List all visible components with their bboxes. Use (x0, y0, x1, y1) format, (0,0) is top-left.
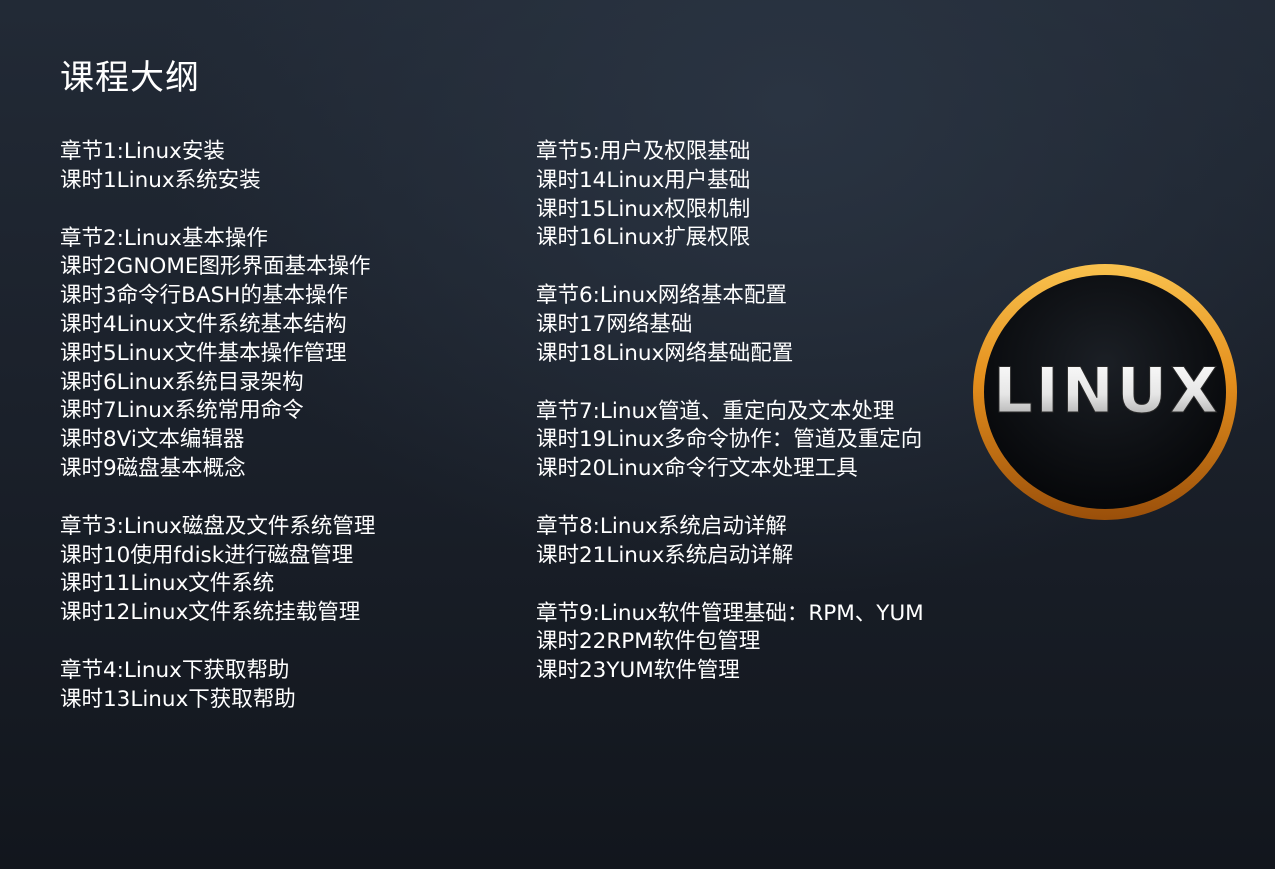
chapter-title: 章节6:Linux网络基本配置 (536, 283, 787, 309)
lesson-item: 课时14Linux用户基础 (536, 167, 751, 193)
chapter-group: 章节8:Linux系统启动详解 课时21Linux系统启动详解 (536, 513, 976, 571)
lesson-item: 课时3命令行BASH的基本操作 (60, 283, 348, 309)
lesson-item: 课时22RPM软件包管理 (536, 629, 761, 655)
chapter-title: 章节4:Linux下获取帮助 (60, 657, 290, 683)
chapter-group: 章节1:Linux安装 课时1Linux系统安装 (60, 138, 520, 196)
chapter-group: 章节7:Linux管道、重定向及文本处理 课时19Linux多命令协作：管道及重… (536, 398, 976, 484)
lesson-item: 课时7Linux系统常用命令 (60, 398, 304, 424)
lesson-item: 课时18Linux网络基础配置 (536, 340, 794, 366)
lesson-item: 课时6Linux系统目录架构 (60, 369, 304, 395)
chapter-title: 章节8:Linux系统启动详解 (536, 513, 787, 539)
lesson-item: 课时17网络基础 (536, 311, 693, 337)
outline-left-column: 章节1:Linux安装 课时1Linux系统安装 章节2:Linux基本操作 课… (60, 138, 520, 744)
lesson-item: 课时12Linux文件系统挂载管理 (60, 600, 361, 626)
chapter-title: 章节9:Linux软件管理基础：RPM、YUM (536, 600, 924, 626)
lesson-item: 课时13Linux下获取帮助 (60, 686, 296, 712)
lesson-item: 课时16Linux扩展权限 (536, 225, 751, 251)
logo-text: LINUX (993, 354, 1221, 427)
chapter-title: 章节2:Linux基本操作 (60, 225, 268, 251)
lesson-item: 课时8Vi文本编辑器 (60, 427, 245, 453)
chapter-group: 章节2:Linux基本操作 课时2GNOME图形界面基本操作 课时3命令行BAS… (60, 225, 520, 484)
chapter-title: 章节3:Linux磁盘及文件系统管理 (60, 513, 376, 539)
chapter-title: 章节7:Linux管道、重定向及文本处理 (536, 398, 895, 424)
chapter-group: 章节5:用户及权限基础 课时14Linux用户基础 课时15Linux权限机制 … (536, 138, 976, 253)
lesson-item: 课时20Linux命令行文本处理工具 (536, 456, 858, 482)
linux-logo-icon: LINUX (973, 264, 1237, 520)
lesson-item: 课时9磁盘基本概念 (60, 455, 246, 481)
lesson-item: 课时19Linux多命令协作：管道及重定向 (536, 427, 923, 453)
lesson-item: 课时11Linux文件系统 (60, 571, 275, 597)
lesson-item: 课时4Linux文件系统基本结构 (60, 311, 347, 337)
chapter-group: 章节9:Linux软件管理基础：RPM、YUM 课时22RPM软件包管理 课时2… (536, 600, 976, 686)
chapter-group: 章节6:Linux网络基本配置 课时17网络基础 课时18Linux网络基础配置 (536, 282, 976, 368)
page-title: 课程大纲 (60, 58, 200, 98)
lesson-item: 课时1Linux系统安装 (60, 167, 261, 193)
lesson-item: 课时15Linux权限机制 (536, 196, 751, 222)
lesson-item: 课时21Linux系统启动详解 (536, 542, 794, 568)
chapter-title: 章节5:用户及权限基础 (536, 139, 751, 164)
lesson-item: 课时10使用fdisk进行磁盘管理 (60, 542, 354, 568)
outline-right-column: 章节5:用户及权限基础 课时14Linux用户基础 课时15Linux权限机制 … (536, 138, 976, 715)
lesson-item: 课时2GNOME图形界面基本操作 (60, 254, 371, 280)
linux-logo: LINUX (970, 262, 1240, 522)
chapter-group: 章节4:Linux下获取帮助 课时13Linux下获取帮助 (60, 657, 520, 715)
chapter-group: 章节3:Linux磁盘及文件系统管理 课时10使用fdisk进行磁盘管理 课时1… (60, 513, 520, 628)
lesson-item: 课时23YUM软件管理 (536, 658, 740, 684)
chapter-title: 章节1:Linux安装 (60, 139, 225, 164)
lesson-item: 课时5Linux文件基本操作管理 (60, 340, 347, 366)
